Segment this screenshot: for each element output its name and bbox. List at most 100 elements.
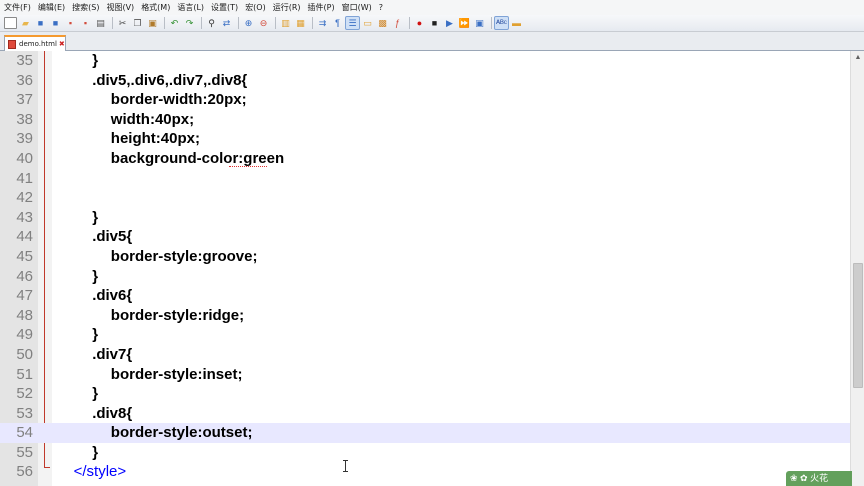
toolbar-separator xyxy=(275,17,276,29)
code-line[interactable]: 49} xyxy=(0,325,850,345)
replace-icon[interactable]: ⇄ xyxy=(220,17,233,29)
code-line[interactable]: 47 .div6{ xyxy=(0,286,850,306)
menu-item-2[interactable]: 搜索(S) xyxy=(72,0,99,15)
code-line[interactable]: 42 xyxy=(0,188,850,208)
line-number: 53 xyxy=(16,404,33,422)
menu-item-5[interactable]: 语言(L) xyxy=(177,0,204,15)
undo-icon[interactable]: ↶ xyxy=(168,17,181,29)
menu-item-3[interactable]: 视图(V) xyxy=(106,0,134,15)
tab-close-icon[interactable]: ✖ xyxy=(59,40,65,48)
user-language-icon[interactable]: ▭ xyxy=(361,17,374,29)
word-wrap-icon[interactable]: ⇉ xyxy=(316,17,329,29)
line-number: 44 xyxy=(16,228,33,246)
cut-icon[interactable]: ✂ xyxy=(116,17,129,29)
code-text: </style> xyxy=(73,463,127,481)
new-file-icon[interactable]: ▫ xyxy=(4,17,17,29)
watermark-logo: ❀ ✿ 火花 xyxy=(786,471,852,486)
zoom-in-icon[interactable]: ⊕ xyxy=(242,17,255,29)
function-list-icon[interactable]: ƒ xyxy=(391,17,404,29)
find-icon[interactable]: ⚲ xyxy=(205,17,218,29)
line-number: 38 xyxy=(16,110,33,128)
code-line[interactable]: 55} xyxy=(0,443,850,463)
code-line[interactable]: 41 xyxy=(0,169,850,189)
line-number: 40 xyxy=(16,149,33,167)
code-line[interactable]: 38 width:40px; xyxy=(0,110,850,130)
line-number: 55 xyxy=(16,443,33,461)
show-all-chars-icon[interactable]: ¶ xyxy=(331,17,344,29)
sync-vertical-icon[interactable]: ▥ xyxy=(279,17,292,29)
open-file-icon[interactable]: ▰ xyxy=(19,17,32,29)
menu-item-8[interactable]: 运行(R) xyxy=(273,0,301,15)
save-macro-icon[interactable]: ▣ xyxy=(473,17,486,29)
scrollbar-thumb[interactable] xyxy=(853,263,863,388)
code-text: .div5{ xyxy=(92,228,133,246)
redo-icon[interactable]: ↷ xyxy=(183,17,196,29)
code-line[interactable]: 44 .div5{ xyxy=(0,227,850,247)
stop-record-icon[interactable]: ■ xyxy=(428,17,441,29)
tab-demo-html[interactable]: demo.html ✖ xyxy=(4,35,66,51)
editor[interactable]: 35} 36 .div5,.div6,.div7,.div8{37 border-wi… xyxy=(0,51,850,486)
code-line[interactable]: 37 border-width:20px; xyxy=(0,90,850,110)
menu-item-11[interactable]: ? xyxy=(379,0,383,15)
run-macro-multiple-icon[interactable]: ⏩ xyxy=(458,17,471,29)
copy-icon[interactable]: ❐ xyxy=(131,17,144,29)
code-text: } xyxy=(92,443,99,461)
record-macro-icon[interactable]: ● xyxy=(413,17,426,29)
spell-check-icon[interactable]: ᴬᴮᶜ xyxy=(494,16,509,30)
code-text: border-style:groove; xyxy=(110,247,258,265)
menu-item-10[interactable]: 窗口(W) xyxy=(342,0,372,15)
toolbar-separator xyxy=(201,17,202,29)
code-line[interactable]: 52} xyxy=(0,384,850,404)
save-all-icon[interactable]: ■ xyxy=(49,17,62,29)
code-line[interactable]: 56 </style> xyxy=(0,462,850,482)
line-number: 49 xyxy=(16,326,33,344)
menu-item-0[interactable]: 文件(F) xyxy=(4,0,31,15)
code-text: border-width:20px; xyxy=(110,91,247,109)
code-line[interactable]: 35} xyxy=(0,51,850,71)
line-number: 36 xyxy=(16,71,33,89)
code-line[interactable]: 51 border-style:inset; xyxy=(0,365,850,385)
menu-item-9[interactable]: 插件(P) xyxy=(308,0,335,15)
code-line[interactable]: 50 .div7{ xyxy=(0,345,850,365)
indent-guide-icon[interactable]: ☰ xyxy=(345,16,360,30)
code-line[interactable]: 39 height:40px; xyxy=(0,129,850,149)
menu-item-6[interactable]: 设置(T) xyxy=(211,0,238,15)
code-line[interactable]: 36 .div5,.div6,.div7,.div8{ xyxy=(0,71,850,91)
code-text: .div8{ xyxy=(92,404,133,422)
zoom-out-icon[interactable]: ⊖ xyxy=(257,17,270,29)
vertical-scrollbar[interactable]: ▲ xyxy=(850,51,864,486)
line-number: 39 xyxy=(16,130,33,148)
line-number: 41 xyxy=(16,169,33,187)
toolbar-separator xyxy=(112,17,113,29)
plugin-icon[interactable]: ▬ xyxy=(510,17,523,29)
code-line[interactable]: 53 .div8{ xyxy=(0,404,850,424)
save-icon[interactable]: ■ xyxy=(34,17,47,29)
play-macro-icon[interactable]: ▶ xyxy=(443,17,456,29)
code-line[interactable]: 40 background-color:green xyxy=(0,149,850,169)
code-line[interactable]: 43} xyxy=(0,208,850,228)
close-all-icon[interactable]: ▪ xyxy=(79,17,92,29)
menu-item-4[interactable]: 格式(M) xyxy=(141,0,170,15)
line-number: 48 xyxy=(16,306,33,324)
code-line[interactable]: 45 border-style:groove; xyxy=(0,247,850,267)
close-icon[interactable]: ▪ xyxy=(64,17,77,29)
line-number: 35 xyxy=(16,52,33,69)
line-number: 56 xyxy=(16,463,33,481)
code-line[interactable]: 54 border-style:outset; xyxy=(0,423,850,443)
tab-label: demo.html xyxy=(19,40,57,48)
scroll-up-icon[interactable]: ▲ xyxy=(851,51,864,65)
doc-map-icon[interactable]: ▩ xyxy=(376,17,389,29)
menu-item-1[interactable]: 编辑(E) xyxy=(38,0,65,15)
line-number: 47 xyxy=(16,287,33,305)
sync-horizontal-icon[interactable]: ▦ xyxy=(294,17,307,29)
line-number: 52 xyxy=(16,385,33,403)
print-icon[interactable]: ▤ xyxy=(94,17,107,29)
line-number: 42 xyxy=(16,189,33,207)
paste-icon[interactable]: ▣ xyxy=(146,17,159,29)
menu-item-7[interactable]: 宏(O) xyxy=(245,0,266,15)
code-text: } xyxy=(92,326,99,344)
code-line[interactable]: 46} xyxy=(0,267,850,287)
code-text: .div7{ xyxy=(92,345,133,363)
code-text: } xyxy=(92,52,99,69)
code-line[interactable]: 48 border-style:ridge; xyxy=(0,306,850,326)
